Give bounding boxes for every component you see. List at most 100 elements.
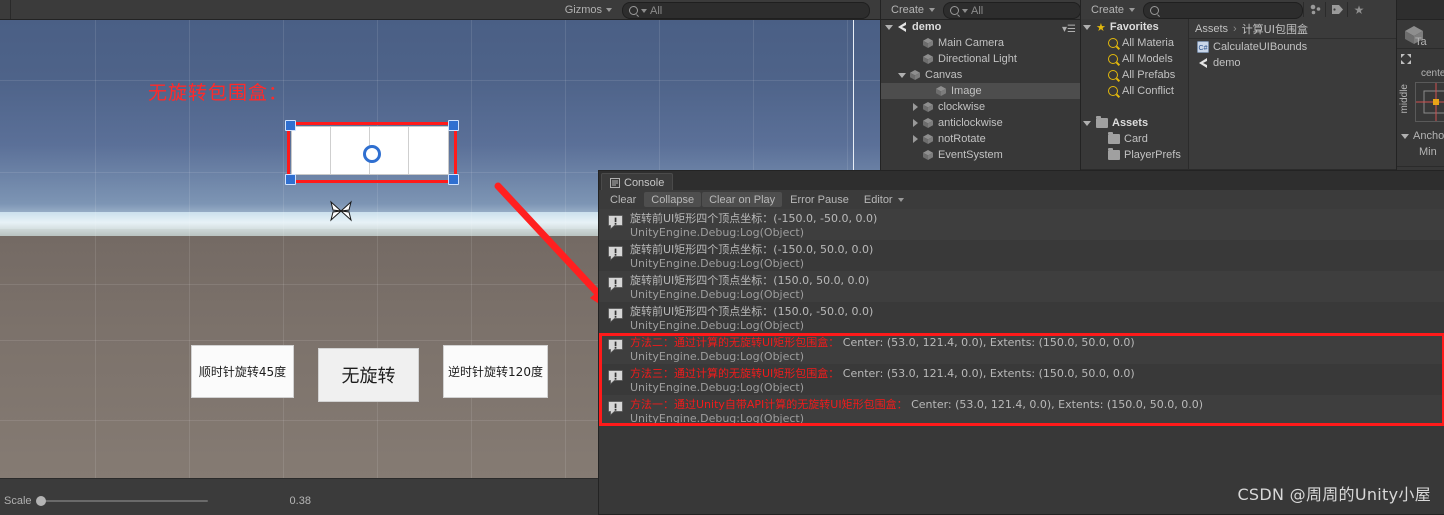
hierarchy-item-directional-light[interactable]: Directional Light [881, 51, 1081, 67]
console-log-list[interactable]: 旋转前UI矩形四个顶点坐标：(-150.0, -50.0, 0.0) UnityE… [599, 209, 1444, 514]
hierarchy-item-label: demo [912, 21, 942, 33]
hierarchy-options-icon[interactable]: ▾☰ [1062, 24, 1076, 35]
resize-handle[interactable] [285, 120, 296, 131]
chevron-down-icon[interactable] [898, 71, 907, 80]
scale-slider-row[interactable]: Scale 0.38 [4, 495, 311, 507]
project-file-demo[interactable]: demo [1189, 55, 1397, 71]
scene-toolbar: Gizmos All [0, 0, 880, 20]
search-icon [1108, 38, 1118, 48]
icon-wrap [922, 53, 934, 65]
foldout-spacer [911, 39, 920, 48]
folder-icon [1108, 148, 1120, 160]
hierarchy-item-clockwise[interactable]: clockwise [881, 99, 1081, 115]
error-pause-toggle[interactable]: Error Pause [783, 192, 856, 207]
breadcrumb-item-folder[interactable]: 计算UI包围盒 [1242, 21, 1308, 37]
chevron-right-icon[interactable] [911, 102, 920, 112]
project-file-label: CalculateUIBounds [1213, 41, 1308, 53]
project-file-calculateuibounds[interactable]: C# CalculateUIBounds [1189, 39, 1397, 55]
scene-button-clockwise-45[interactable]: 顺时针旋转45度 [191, 345, 294, 398]
clear-on-play-toggle[interactable]: Clear on Play [702, 192, 783, 207]
clear-button[interactable]: Clear [603, 192, 643, 207]
log-text: 旋转前UI矩形四个顶点坐标：(150.0, -50.0, 0.0) UnityEn… [630, 305, 873, 333]
log-icon-wrap [607, 212, 624, 240]
chevron-down-icon[interactable] [1083, 119, 1092, 128]
anchor-preset-icon[interactable] [1401, 54, 1411, 64]
project-search-input[interactable] [1143, 2, 1303, 19]
log-stacktrace: UnityEngine.Debug:Log(Object) [630, 412, 805, 425]
console-log-entry[interactable]: 方法一：通过Unity自带API计算的无旋转UI矩形包围盒： Center: (… [599, 395, 1444, 426]
hierarchy-item-canvas[interactable]: Canvas [881, 67, 1081, 83]
hierarchy-create-label: Create [891, 3, 925, 16]
chevron-down-icon[interactable] [1083, 23, 1092, 32]
gameobject-cube-icon [923, 134, 933, 144]
log-text: 方法三：通过计算的无旋转UI矩形包围盒： Center: (53.0, 121.… [630, 367, 1135, 395]
console-tabbar: Console [599, 171, 1444, 191]
breadcrumb-item-assets[interactable]: Assets [1195, 23, 1228, 35]
chevron-right-icon[interactable] [911, 134, 920, 144]
chevron-down-icon [641, 8, 647, 13]
filter-by-label-icon[interactable] [1325, 2, 1348, 17]
favorite-star-icon[interactable]: ★ [1347, 2, 1370, 17]
chevron-right-icon[interactable] [911, 118, 920, 128]
foldout-spacer [1095, 71, 1104, 80]
scene-grid-line [471, 19, 472, 478]
resize-handle[interactable] [448, 174, 459, 185]
scale-slider-knob[interactable] [35, 496, 46, 506]
project-tree-item-playerprefs[interactable]: PlayerPrefs [1081, 147, 1188, 163]
warning-icon [608, 277, 623, 292]
project-tree-item-card[interactable]: Card [1081, 131, 1188, 147]
anchors-foldout[interactable]: Ancho [1401, 130, 1444, 142]
console-log-entry[interactable]: 旋转前UI矩形四个顶点坐标：(-150.0, 50.0, 0.0) UnityEn… [599, 240, 1444, 271]
svg-text:C#: C# [1199, 45, 1208, 52]
scale-slider[interactable] [35, 496, 208, 506]
pivot-handle-icon[interactable] [363, 145, 381, 163]
project-tree-item-favorites[interactable]: ★ Favorites [1081, 19, 1188, 35]
resize-handle[interactable] [448, 120, 459, 131]
resize-handle[interactable] [285, 174, 296, 185]
foldout-spacer [1095, 87, 1104, 96]
hierarchy-item-label: notRotate [938, 133, 986, 145]
scene-search-input[interactable]: All [622, 2, 870, 19]
project-tree-item-all-prefabs[interactable]: All Prefabs [1081, 67, 1188, 83]
scene-button-anticlockwise-120[interactable]: 逆时针旋转120度 [443, 345, 548, 398]
project-create-button[interactable]: Create [1085, 2, 1141, 17]
scene-button-no-rotation[interactable]: 无旋转 [318, 348, 419, 402]
hierarchy-tree: demo Main Camera Directional Light Canvas Im… [881, 19, 1081, 163]
console-log-entry[interactable]: 旋转前UI矩形四个顶点坐标：(150.0, -50.0, 0.0) UnityEn… [599, 302, 1444, 333]
hierarchy-item-eventsystem[interactable]: EventSystem [881, 147, 1081, 163]
icon-wrap [922, 149, 934, 161]
tab-console[interactable]: Console [601, 173, 674, 191]
project-tree-item-all-models[interactable]: All Models [1081, 51, 1188, 67]
console-log-entry[interactable]: 旋转前UI矩形四个顶点坐标：(-150.0, -50.0, 0.0) UnityE… [599, 209, 1444, 240]
console-log-entry[interactable]: 旋转前UI矩形四个顶点坐标：(150.0, 50.0, 0.0) UnityEng… [599, 271, 1444, 302]
chevron-down-icon [962, 8, 968, 13]
project-tree-item-assets[interactable]: Assets [1081, 115, 1188, 131]
collapse-toggle[interactable]: Collapse [644, 192, 702, 207]
log-icon-wrap [607, 305, 624, 333]
search-icon [950, 6, 959, 15]
log-message: 方法一：通过Unity自带API计算的无旋转UI矩形包围盒： Center: (… [630, 398, 1203, 411]
hierarchy-search-input[interactable]: All [943, 2, 1081, 19]
log-stacktrace: UnityEngine.Debug:Log(Object) [630, 288, 805, 301]
search-icon [1108, 54, 1118, 64]
gizmos-dropdown[interactable]: Gizmos [559, 2, 618, 17]
hierarchy-item-notrotate[interactable]: notRotate [881, 131, 1081, 147]
project-tree-item-all-materia[interactable]: All Materia [1081, 35, 1188, 51]
hierarchy-item-anticlockwise[interactable]: anticlockwise [881, 115, 1081, 131]
console-log-entry[interactable]: 方法二：通过计算的无旋转UI矩形包围盒： Center: (53.0, 121.… [599, 333, 1444, 364]
chevron-down-icon[interactable] [885, 23, 894, 32]
hierarchy-item-main-camera[interactable]: Main Camera [881, 35, 1081, 51]
filter-by-type-icon[interactable] [1303, 2, 1326, 17]
project-tree-item-all-conflict[interactable]: All Conflict [1081, 83, 1188, 99]
breadcrumb-separator-icon: › [1233, 22, 1237, 35]
console-log-entry[interactable]: 方法三：通过计算的无旋转UI矩形包围盒： Center: (53.0, 121.… [599, 364, 1444, 395]
console-icon [610, 177, 620, 188]
hierarchy-item-image[interactable]: Image [881, 83, 1081, 99]
icon-wrap [935, 85, 947, 97]
hierarchy-item-demo[interactable]: demo [881, 19, 1081, 35]
project-toolbar: Create ★ [1081, 0, 1397, 20]
chevron-down-icon [606, 7, 612, 12]
hierarchy-create-button[interactable]: Create [885, 2, 941, 17]
editor-dropdown[interactable]: Editor [857, 192, 911, 207]
anchor-diagram-icon[interactable] [1415, 82, 1444, 122]
